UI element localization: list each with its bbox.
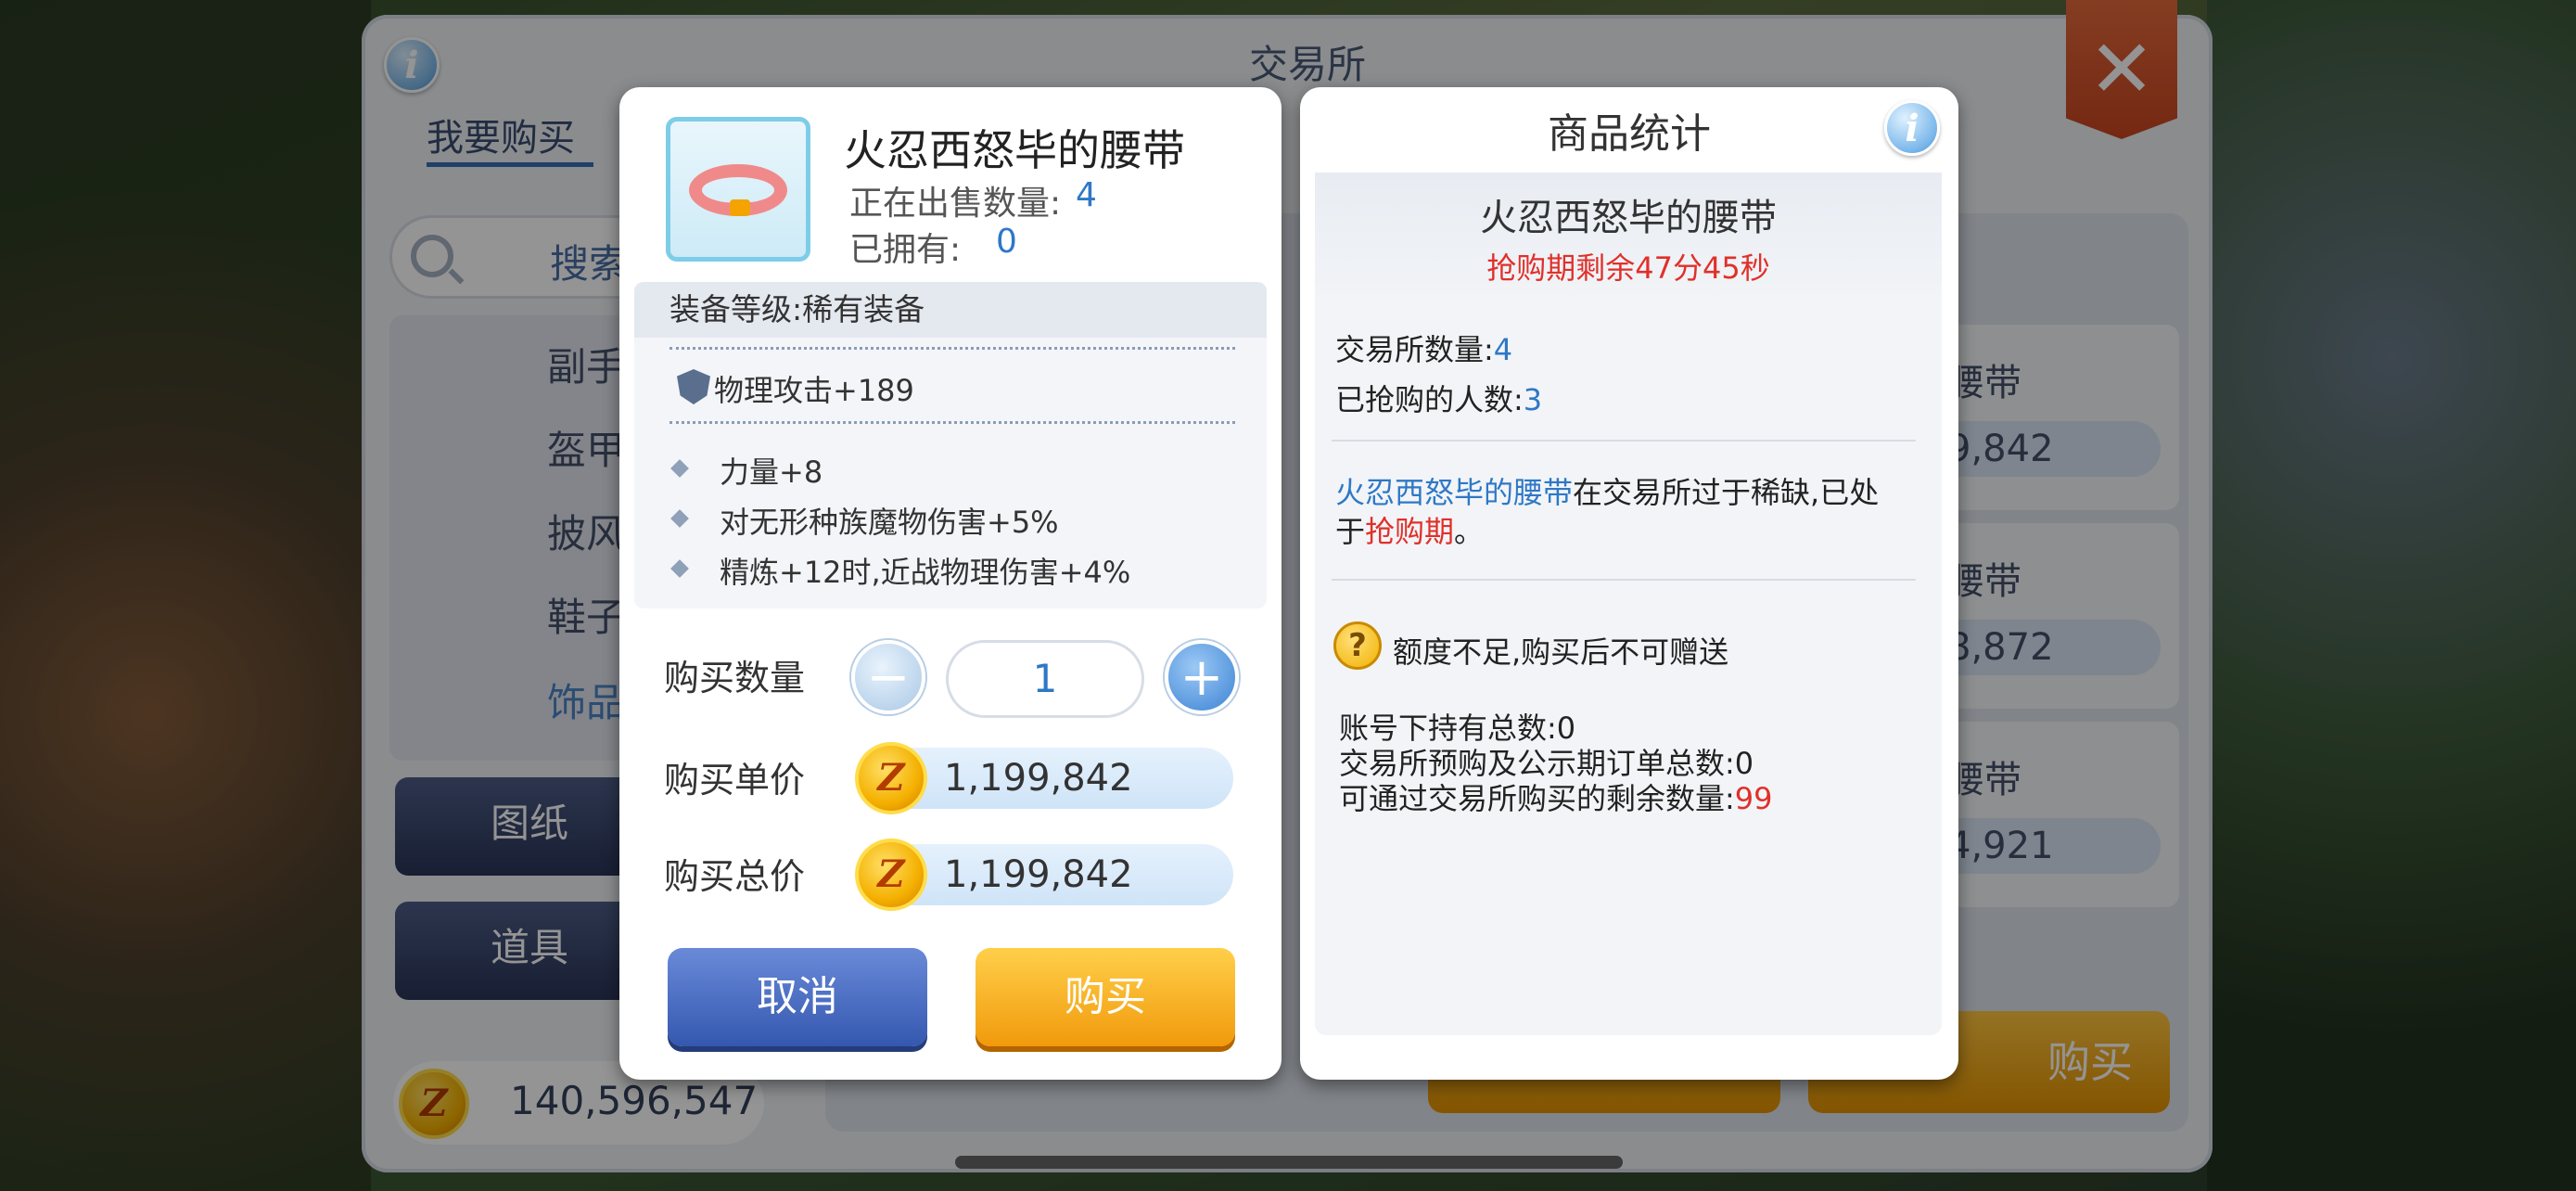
belt-gem-icon bbox=[730, 199, 750, 216]
sub-attribute: 对无形种族魔物伤害+5% bbox=[720, 505, 1059, 540]
cancel-button[interactable]: 取消 bbox=[668, 948, 927, 1046]
scarcity-notice-line2: 于抢购期。 bbox=[1335, 508, 1484, 551]
buyers-label: 已抢购的人数: bbox=[1335, 382, 1524, 417]
item-name: 火忍西怒毕的腰带 bbox=[844, 125, 1185, 175]
main-attribute: 物理攻击+189 bbox=[714, 373, 914, 408]
attribute-box: 装备等级:稀有装备 物理攻击+189 力量+8 对无形种族魔物伤害+5% 精炼+… bbox=[634, 282, 1267, 608]
on-sale-value: 4 bbox=[1076, 176, 1097, 214]
diamond-bullet-icon bbox=[670, 509, 689, 528]
buyers-count: 已抢购的人数:3 bbox=[1335, 377, 1542, 419]
rush-timer: 抢购期剩余47分45秒 bbox=[1486, 250, 1770, 286]
remaining-quantity: 可通过交易所购买的剩余数量:99 bbox=[1339, 775, 1773, 818]
stats-item-name: 火忍西怒毕的腰带 bbox=[1480, 197, 1777, 239]
question-icon: ? bbox=[1333, 621, 1382, 670]
exchange-quantity: 交易所数量:4 bbox=[1335, 327, 1512, 369]
notice-text: 。 bbox=[1454, 514, 1485, 549]
exchange-quantity-value: 4 bbox=[1493, 332, 1513, 367]
diamond-bullet-icon bbox=[670, 559, 689, 578]
divider bbox=[1332, 440, 1916, 442]
scarcity-notice-line1: 火忍西怒毕的腰带在交易所过于稀缺,已处 bbox=[1335, 469, 1879, 512]
total-price-label: 购买总价 bbox=[664, 856, 806, 897]
home-indicator[interactable] bbox=[955, 1156, 1623, 1169]
decrease-quantity-button[interactable]: − bbox=[851, 640, 925, 714]
gift-warning: 额度不足,购买后不可赠送 bbox=[1393, 634, 1729, 670]
quantity-label: 购买数量 bbox=[664, 658, 806, 698]
notice-text: 于 bbox=[1335, 514, 1366, 549]
diamond-bullet-icon bbox=[670, 459, 689, 478]
item-icon-frame bbox=[666, 117, 810, 262]
divider bbox=[1332, 579, 1916, 581]
buy-button[interactable]: 购买 bbox=[976, 948, 1235, 1046]
increase-quantity-button[interactable]: + bbox=[1165, 640, 1239, 714]
remaining-value: 99 bbox=[1734, 781, 1773, 816]
divider bbox=[670, 347, 1235, 350]
owned-label: 已拥有: bbox=[849, 231, 962, 269]
notice-highlight: 抢购期 bbox=[1365, 514, 1455, 549]
remaining-label: 可通过交易所购买的剩余数量: bbox=[1339, 781, 1735, 816]
quantity-input[interactable]: 1 bbox=[946, 640, 1144, 718]
zeny-coin-icon: Z bbox=[855, 742, 927, 814]
equip-level: 装备等级:稀有装备 bbox=[634, 282, 1267, 338]
sub-attribute: 力量+8 bbox=[720, 455, 823, 490]
info-icon[interactable]: i bbox=[1884, 100, 1940, 156]
exchange-quantity-label: 交易所数量: bbox=[1335, 332, 1494, 367]
buyers-value: 3 bbox=[1523, 382, 1543, 417]
unit-price-label: 购买单价 bbox=[664, 760, 806, 800]
zeny-coin-icon: Z bbox=[855, 839, 927, 911]
owned-value: 0 bbox=[996, 223, 1017, 261]
notice-item-name: 火忍西怒毕的腰带 bbox=[1335, 475, 1574, 510]
notice-text: 在交易所过于稀缺,已处 bbox=[1573, 475, 1880, 510]
on-sale-label: 正在出售数量: bbox=[849, 185, 1062, 223]
shield-icon bbox=[677, 369, 710, 404]
modal-overlay bbox=[0, 0, 2576, 1191]
stats-title: 商品统计 bbox=[1548, 110, 1711, 158]
divider bbox=[670, 421, 1235, 424]
sub-attribute: 精炼+12时,近战物理伤害+4% bbox=[720, 555, 1131, 590]
